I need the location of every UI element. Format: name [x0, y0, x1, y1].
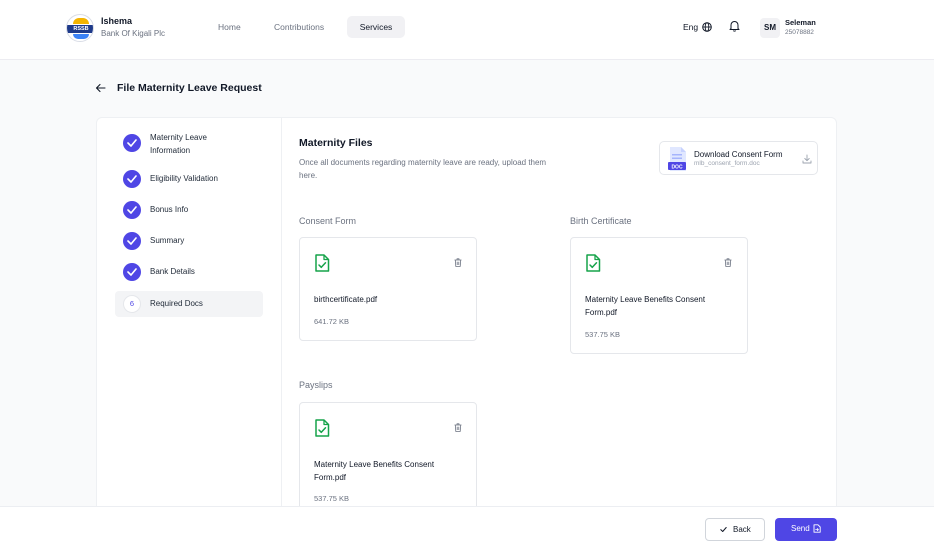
language-selector[interactable]: Eng [683, 22, 698, 32]
consent-form-file-card: birthcertificate.pdf 641.72 KB [299, 237, 477, 341]
check-icon [123, 201, 141, 219]
card-divider [281, 118, 282, 518]
step-eligibility-validation[interactable]: Eligibility Validation [115, 166, 263, 192]
bell-icon[interactable] [729, 20, 740, 32]
file-name: birthcertificate.pdf [314, 295, 378, 304]
step-bonus-info[interactable]: Bonus Info [115, 197, 263, 223]
doc-file-icon: DOC [668, 147, 686, 171]
globe-icon[interactable] [702, 22, 712, 32]
step-bank-details[interactable]: Bank Details [115, 259, 263, 285]
file-size: 537.75 KB [585, 330, 621, 339]
payslips-file-card: Maternity Leave Benefits Consent Form.pd… [299, 402, 477, 512]
send-button[interactable]: Send [775, 518, 837, 541]
nav-services[interactable]: Services [347, 16, 405, 38]
file-name: Maternity Leave Benefits Consent Form.pd… [585, 295, 706, 317]
trash-icon[interactable] [454, 423, 462, 432]
top-header: RSSB Ishema Bank Of Kigali Plc Home Cont… [0, 0, 934, 60]
step-required-docs[interactable]: 6 Required Docs [115, 291, 263, 317]
birth-certificate-file-card: Maternity Leave Benefits Consent Form.pd… [570, 237, 748, 354]
rssb-logo: RSSB [66, 14, 94, 42]
file-size: 537.75 KB [314, 494, 350, 503]
step-label: Summary [150, 236, 185, 245]
nav-contributions[interactable]: Contributions [262, 16, 336, 38]
check-icon [123, 170, 141, 188]
back-label: Back [733, 525, 751, 534]
brand-subtitle: Bank Of Kigali Plc [101, 29, 166, 38]
file-send-icon [813, 524, 821, 533]
nav-home[interactable]: Home [206, 16, 253, 38]
check-icon [123, 232, 141, 250]
step-label: Eligibility Validation [150, 174, 218, 183]
file-size: 641.72 KB [314, 317, 350, 326]
download-icon [802, 154, 812, 164]
step-summary[interactable]: Summary [115, 228, 263, 254]
download-consent-form-button[interactable]: DOC Download Consent Form mlb_consent_fo… [659, 141, 818, 175]
file-check-icon [586, 254, 601, 272]
check-icon [720, 527, 727, 532]
step-label: Maternity Leave Information [150, 133, 207, 155]
back-button[interactable]: Back [705, 518, 765, 541]
payslips-label: Payslips [299, 380, 333, 390]
section-title: Maternity Files [299, 137, 373, 149]
user-name: Seleman [785, 18, 816, 27]
step-maternity-leave-information[interactable]: Maternity Leave Information [115, 130, 263, 156]
trash-icon[interactable] [724, 258, 732, 267]
step-number: 6 [123, 295, 141, 313]
send-label: Send [791, 524, 810, 533]
birth-certificate-label: Birth Certificate [570, 216, 632, 226]
check-icon [123, 263, 141, 281]
arrow-left-icon[interactable] [95, 83, 106, 93]
file-check-icon [315, 419, 330, 437]
section-description: Once all documents regarding maternity l… [299, 158, 547, 180]
check-icon [123, 134, 141, 152]
step-label: Bank Details [150, 267, 195, 276]
consent-form-label: Consent Form [299, 216, 357, 226]
download-label: Download Consent Form [694, 150, 783, 159]
trash-icon[interactable] [454, 258, 462, 267]
download-filename: mlb_consent_form.doc [694, 160, 760, 167]
step-label: Required Docs [150, 299, 203, 308]
file-name: Maternity Leave Benefits Consent Form.pd… [314, 460, 435, 482]
page-title: File Maternity Leave Request [117, 82, 262, 94]
avatar[interactable]: SM [760, 18, 780, 38]
brand-title: Ishema [101, 16, 133, 26]
svg-text:DOC: DOC [671, 164, 683, 170]
file-check-icon [315, 254, 330, 272]
user-id: 25078882 [785, 29, 814, 36]
step-label: Bonus Info [150, 205, 189, 214]
